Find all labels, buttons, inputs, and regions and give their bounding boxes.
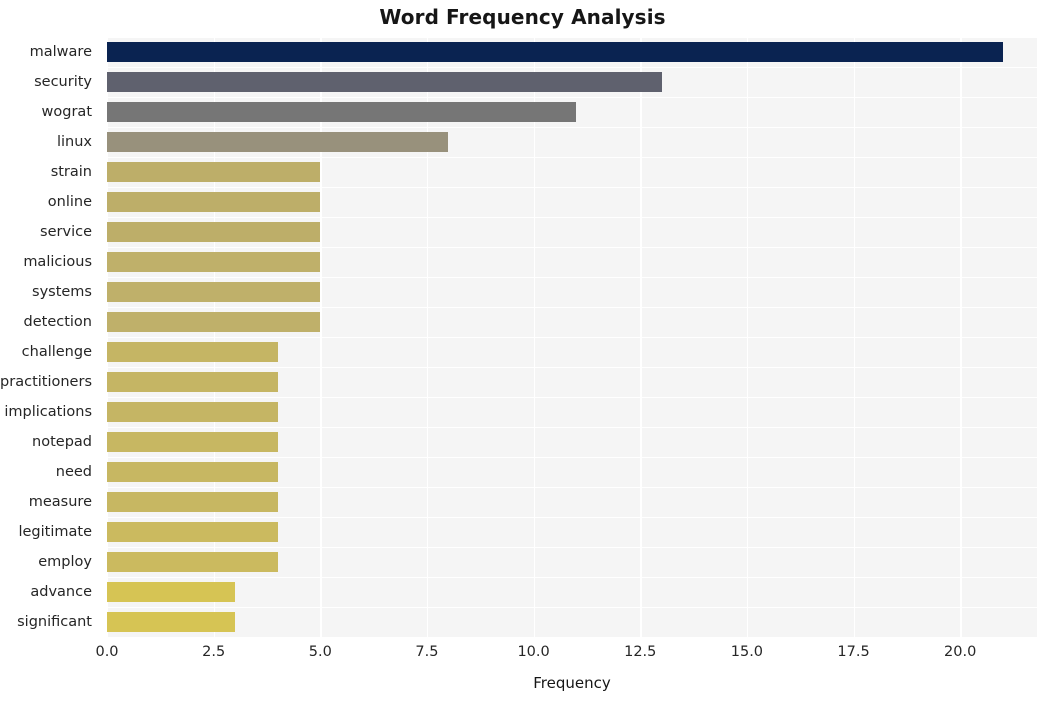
gridline-horizontal-20 bbox=[107, 637, 1037, 639]
y-tick-label-online: online bbox=[47, 194, 92, 210]
bar-service bbox=[107, 222, 321, 242]
chart-figure: Word Frequency Analysis malware security w… bbox=[0, 0, 1045, 701]
x-tick-label-2.5: 2.5 bbox=[202, 644, 226, 660]
x-tick-label-12.5: 12.5 bbox=[624, 644, 657, 660]
bar-detection bbox=[107, 312, 321, 332]
y-tick-label-advance: advance bbox=[30, 584, 92, 600]
y-tick-label-significant: significant bbox=[17, 614, 92, 630]
bar-practitioners bbox=[107, 372, 278, 392]
bar-measure bbox=[107, 492, 278, 512]
bar-need bbox=[107, 462, 278, 482]
bar-significant bbox=[107, 612, 235, 632]
x-tick-label-5.0: 5.0 bbox=[308, 644, 332, 660]
x-tick-label-0.0: 0.0 bbox=[95, 644, 119, 660]
y-tick-label-malware: malware bbox=[29, 44, 92, 60]
bar-notepad bbox=[107, 432, 278, 452]
y-tick-label-linux: linux bbox=[56, 134, 92, 150]
x-axis-title: Frequency bbox=[533, 674, 611, 692]
y-tick-label-service: service bbox=[40, 224, 92, 240]
bar-employ bbox=[107, 552, 278, 572]
y-tick-label-notepad: notepad bbox=[32, 434, 92, 450]
y-tick-label-practitioners: practitioners bbox=[0, 374, 92, 390]
plot-area bbox=[107, 37, 1037, 639]
x-tick-label-7.5: 7.5 bbox=[415, 644, 439, 660]
bar-linux bbox=[107, 132, 449, 152]
y-tick-label-wograt: wograt bbox=[41, 104, 92, 120]
y-tick-label-employ: employ bbox=[38, 554, 92, 570]
bar-malware bbox=[107, 42, 1003, 62]
bar-legitimate bbox=[107, 522, 278, 542]
bar-advance bbox=[107, 582, 235, 602]
bars-layer bbox=[107, 37, 1037, 637]
x-tick-label-15.0: 15.0 bbox=[730, 644, 764, 660]
y-tick-label-strain: strain bbox=[50, 164, 92, 180]
bar-implications bbox=[107, 402, 278, 422]
x-tick-label-10.0: 10.0 bbox=[517, 644, 550, 660]
y-tick-label-detection: detection bbox=[23, 314, 92, 330]
chart-title: Word Frequency Analysis bbox=[379, 5, 666, 29]
bar-security bbox=[107, 72, 662, 92]
bar-strain bbox=[107, 162, 321, 182]
y-tick-label-security: security bbox=[34, 74, 92, 90]
bar-wograt bbox=[107, 102, 577, 122]
y-tick-label-measure: measure bbox=[28, 494, 92, 510]
x-tick-label-20.0: 20.0 bbox=[944, 644, 977, 660]
y-tick-label-legitimate: legitimate bbox=[18, 524, 92, 540]
bar-malicious bbox=[107, 252, 321, 272]
bar-systems bbox=[107, 282, 321, 302]
y-tick-label-implications: implications bbox=[4, 404, 92, 420]
y-tick-label-challenge: challenge bbox=[21, 344, 92, 360]
y-tick-label-malicious: malicious bbox=[23, 254, 92, 270]
bar-online bbox=[107, 192, 321, 212]
x-tick-label-17.5: 17.5 bbox=[837, 644, 870, 660]
y-tick-label-need: need bbox=[55, 464, 92, 480]
bar-challenge bbox=[107, 342, 278, 362]
y-tick-label-systems: systems bbox=[32, 284, 92, 300]
y-axis-tick-labels: malware security wograt linux strain online se… bbox=[0, 37, 100, 637]
x-axis-tick-labels: 0.0 2.5 5.0 7.5 10.0 12.5 15.0 17.5 20.0 bbox=[0, 645, 1045, 669]
